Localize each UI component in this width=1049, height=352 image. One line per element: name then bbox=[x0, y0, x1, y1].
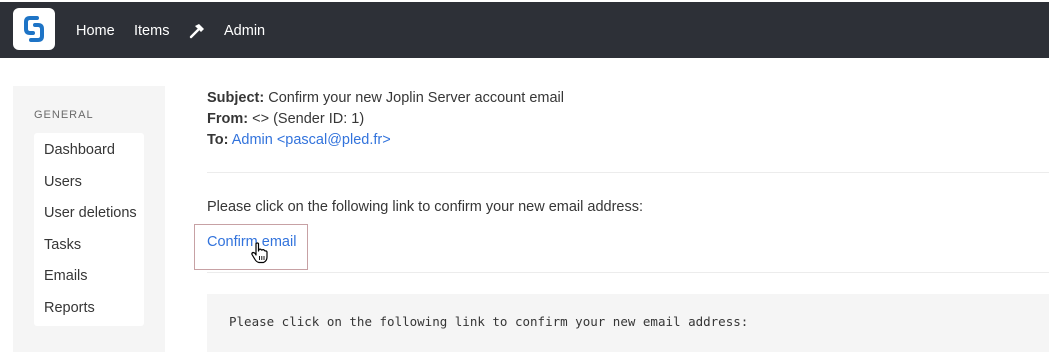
admin-sidebar: GENERAL Dashboard Users User deletions T… bbox=[13, 86, 165, 352]
joplin-logo-icon[interactable] bbox=[13, 8, 55, 50]
from-value: <> (Sender ID: 1) bbox=[252, 111, 365, 127]
subject-label: Subject: bbox=[207, 90, 265, 106]
sidebar-item-users[interactable]: Users bbox=[34, 167, 144, 199]
email-to-line: To: Admin <pascal@pled.fr> bbox=[207, 131, 391, 149]
divider bbox=[207, 272, 1049, 273]
plain-text-email-body: Please click on the following link to co… bbox=[207, 294, 1049, 352]
email-subject-line: Subject: Confirm your new Joplin Server … bbox=[207, 89, 564, 107]
email-body-text: Please click on the following link to co… bbox=[207, 199, 644, 215]
sidebar-item-reports[interactable]: Reports bbox=[34, 293, 144, 325]
to-label: To: bbox=[207, 132, 229, 148]
divider bbox=[207, 172, 1049, 173]
plain-text-content: Please click on the following link to co… bbox=[229, 314, 749, 329]
nav-items[interactable]: Items bbox=[134, 23, 169, 39]
sidebar-heading: GENERAL bbox=[34, 109, 94, 121]
hammer-icon bbox=[188, 22, 206, 40]
hand-cursor-icon bbox=[250, 242, 270, 264]
sidebar-item-emails[interactable]: Emails bbox=[34, 261, 144, 293]
sidebar-item-user-deletions[interactable]: User deletions bbox=[34, 198, 144, 230]
nav-admin[interactable]: Admin bbox=[224, 23, 265, 39]
top-navbar: Home Items Admin bbox=[0, 2, 1049, 58]
email-from-line: From: <> (Sender ID: 1) bbox=[207, 110, 364, 128]
sidebar-item-dashboard[interactable]: Dashboard bbox=[34, 135, 144, 167]
from-label: From: bbox=[207, 111, 249, 127]
to-value[interactable]: Admin <pascal@pled.fr> bbox=[232, 132, 391, 148]
nav-home[interactable]: Home bbox=[76, 23, 115, 39]
sidebar-menu: Dashboard Users User deletions Tasks Ema… bbox=[34, 133, 144, 326]
sidebar-item-tasks[interactable]: Tasks bbox=[34, 230, 144, 262]
subject-value: Confirm your new Joplin Server account e… bbox=[268, 90, 564, 106]
